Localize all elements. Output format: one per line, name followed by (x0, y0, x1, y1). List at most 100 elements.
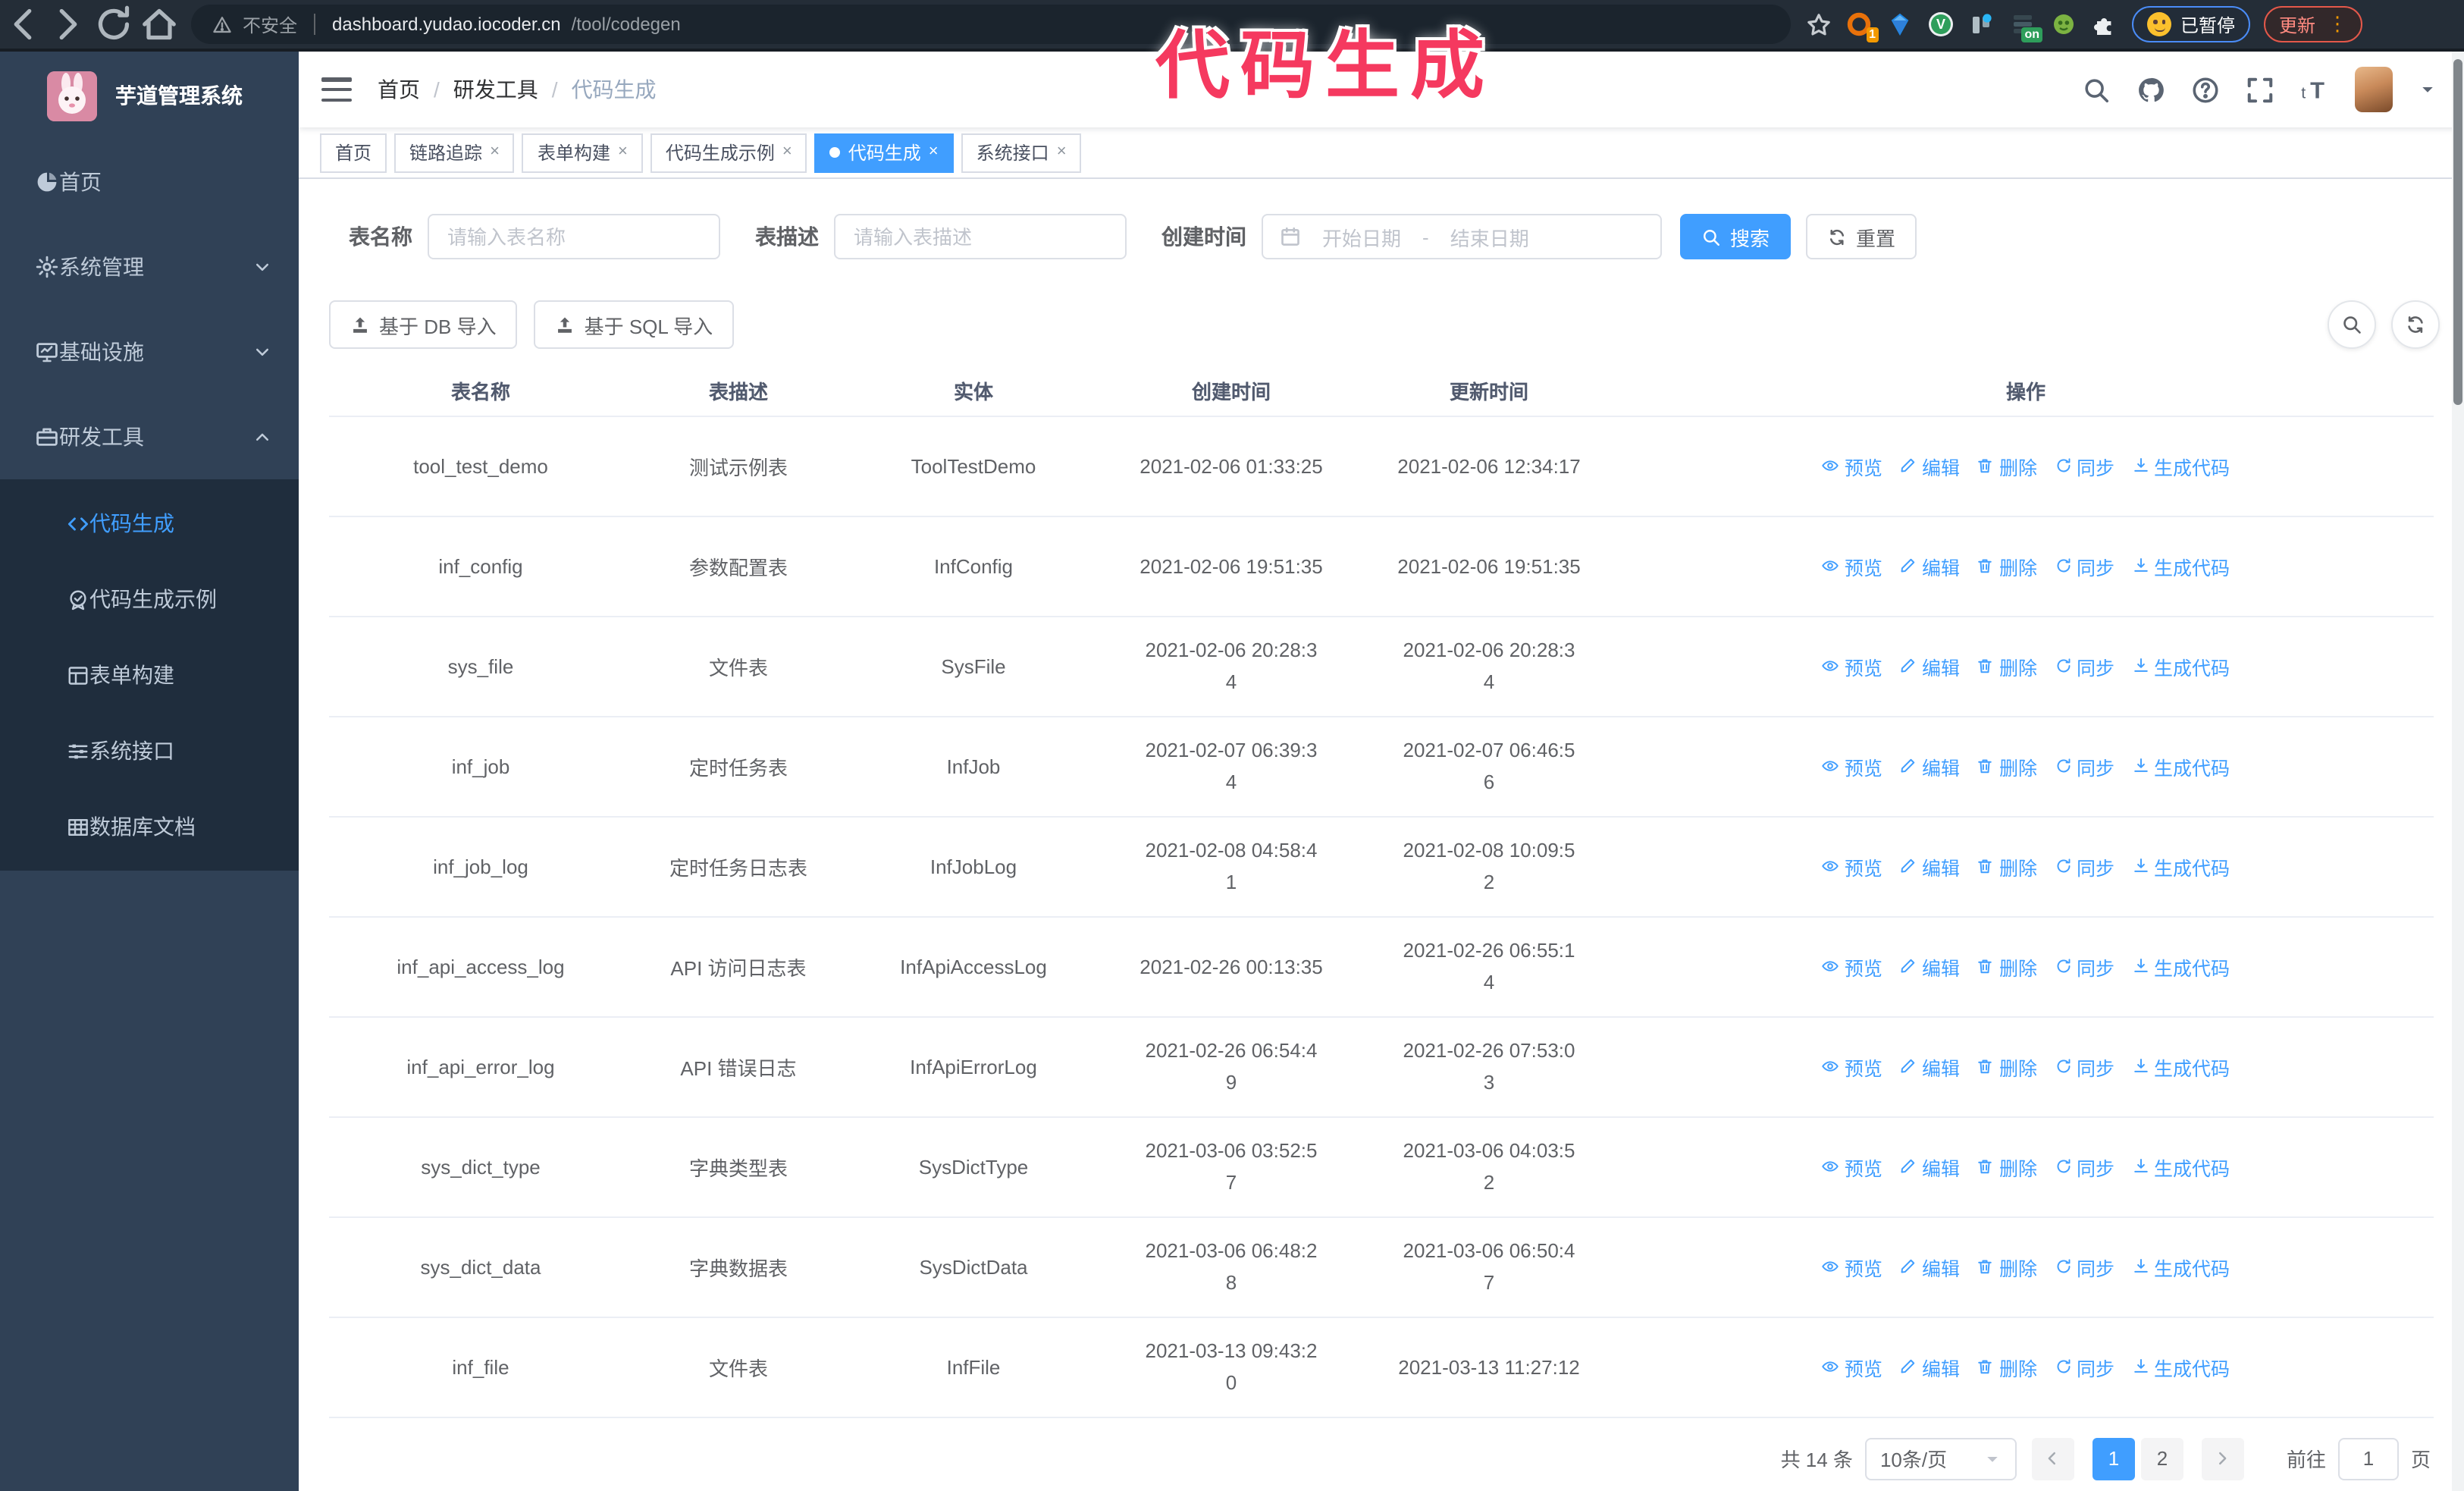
next-page-button[interactable] (2201, 1437, 2244, 1480)
table-name-input[interactable] (428, 214, 720, 259)
action-delete-link[interactable]: 删除 (1977, 752, 2037, 780)
user-avatar[interactable] (2355, 67, 2393, 112)
action-preview-link[interactable]: 预览 (1822, 752, 1882, 780)
action-delete-link[interactable]: 删除 (1977, 651, 2037, 680)
address-bar[interactable]: 不安全 dashboard.yudao.iocoder.cn/tool/code… (191, 5, 1791, 44)
action-delete-link[interactable]: 删除 (1977, 1252, 2037, 1281)
sidebar-item-首页[interactable]: 首页 (0, 140, 299, 224)
action-generate-link[interactable]: 生成代码 (2131, 752, 2230, 780)
table-desc-input[interactable] (834, 214, 1127, 259)
action-sync-link[interactable]: 同步 (2054, 1152, 2114, 1181)
alien-icon[interactable] (2050, 11, 2077, 38)
breadcrumb-item[interactable]: 首页 (378, 74, 420, 105)
action-generate-link[interactable]: 生成代码 (2131, 1052, 2230, 1081)
action-edit-link[interactable]: 编辑 (1899, 952, 1960, 981)
action-preview-link[interactable]: 预览 (1822, 451, 1882, 480)
sidebar-item-基础设施[interactable]: 基础设施 (0, 309, 299, 394)
import-db-button[interactable]: 基于 DB 导入 (329, 300, 518, 349)
action-sync-link[interactable]: 同步 (2054, 752, 2114, 780)
action-preview-link[interactable]: 预览 (1822, 1352, 1882, 1381)
search-button[interactable]: 搜索 (1680, 214, 1792, 259)
action-sync-link[interactable]: 同步 (2054, 651, 2114, 680)
sidebar-subitem-数据库文档[interactable]: 数据库文档 (0, 789, 299, 865)
sidebar-subitem-代码生成示例[interactable]: 代码生成示例 (0, 561, 299, 637)
action-delete-link[interactable]: 删除 (1977, 1052, 2037, 1081)
action-edit-link[interactable]: 编辑 (1899, 852, 1960, 880)
font-size-icon[interactable]: tT (2300, 75, 2329, 104)
reload-icon[interactable] (91, 3, 136, 46)
close-icon[interactable]: × (1057, 143, 1067, 161)
sidebar-subitem-表单构建[interactable]: 表单构建 (0, 637, 299, 713)
tab-链路追踪[interactable]: 链路追踪 × (394, 133, 515, 172)
action-edit-link[interactable]: 编辑 (1899, 551, 1960, 580)
help-icon[interactable] (2191, 75, 2220, 104)
action-preview-link[interactable]: 预览 (1822, 551, 1882, 580)
action-edit-link[interactable]: 编辑 (1899, 651, 1960, 680)
action-generate-link[interactable]: 生成代码 (2131, 1352, 2230, 1381)
reset-button[interactable]: 重置 (1806, 214, 1917, 259)
action-generate-link[interactable]: 生成代码 (2131, 451, 2230, 480)
action-sync-link[interactable]: 同步 (2054, 1352, 2114, 1381)
action-edit-link[interactable]: 编辑 (1899, 1252, 1960, 1281)
action-sync-link[interactable]: 同步 (2054, 952, 2114, 981)
page-button-2[interactable]: 2 (2140, 1437, 2183, 1480)
close-icon[interactable]: × (929, 143, 939, 161)
prev-page-button[interactable] (2031, 1437, 2074, 1480)
breadcrumb-item[interactable]: 研发工具 (453, 74, 538, 105)
back-icon[interactable] (0, 3, 45, 46)
action-edit-link[interactable]: 编辑 (1899, 1152, 1960, 1181)
action-delete-link[interactable]: 删除 (1977, 551, 2037, 580)
puzzle-icon[interactable] (2091, 11, 2118, 38)
action-sync-link[interactable]: 同步 (2054, 852, 2114, 880)
close-icon[interactable]: × (782, 143, 792, 161)
action-preview-link[interactable]: 预览 (1822, 1152, 1882, 1181)
bookmark-star-icon[interactable] (1806, 11, 1832, 37)
panel-icon[interactable]: on (2009, 11, 2042, 42)
columns-icon[interactable] (1968, 11, 1995, 38)
import-sql-button[interactable]: 基于 SQL 导入 (534, 300, 735, 349)
action-generate-link[interactable]: 生成代码 (2131, 551, 2230, 580)
profile-paused-badge[interactable]: 已暂停 (2132, 6, 2251, 42)
action-sync-link[interactable]: 同步 (2054, 1052, 2114, 1081)
page-scrollbar[interactable] (2452, 52, 2464, 1491)
forward-icon[interactable] (45, 3, 91, 46)
action-generate-link[interactable]: 生成代码 (2131, 852, 2230, 880)
tab-系统接口[interactable]: 系统接口 × (961, 133, 1082, 172)
home-icon[interactable] (136, 3, 182, 46)
search-icon[interactable] (2082, 75, 2111, 104)
action-preview-link[interactable]: 预览 (1822, 651, 1882, 680)
github-icon[interactable] (2136, 75, 2165, 104)
action-preview-link[interactable]: 预览 (1822, 1052, 1882, 1081)
action-delete-link[interactable]: 删除 (1977, 1352, 2037, 1381)
action-preview-link[interactable]: 预览 (1822, 852, 1882, 880)
sidebar-subitem-代码生成[interactable]: 代码生成 (0, 485, 299, 561)
fullscreen-icon[interactable] (2246, 75, 2274, 104)
goto-page-input[interactable] (2337, 1437, 2399, 1480)
tab-代码生成示例[interactable]: 代码生成示例 × (650, 133, 807, 172)
action-sync-link[interactable]: 同步 (2054, 1252, 2114, 1281)
tab-代码生成[interactable]: 代码生成 × (814, 133, 954, 172)
toggle-search-button[interactable] (2328, 300, 2376, 349)
sidebar-item-研发工具[interactable]: 研发工具 (0, 394, 299, 479)
sidebar-item-系统管理[interactable]: 系统管理 (0, 224, 299, 309)
page-size-select[interactable]: 10条/页 (1864, 1437, 2017, 1480)
refresh-table-button[interactable] (2391, 300, 2440, 349)
action-generate-link[interactable]: 生成代码 (2131, 651, 2230, 680)
action-sync-link[interactable]: 同步 (2054, 451, 2114, 480)
close-icon[interactable]: × (618, 143, 628, 161)
action-generate-link[interactable]: 生成代码 (2131, 952, 2230, 981)
page-button-1[interactable]: 1 (2092, 1437, 2135, 1480)
action-edit-link[interactable]: 编辑 (1899, 752, 1960, 780)
action-sync-link[interactable]: 同步 (2054, 551, 2114, 580)
action-delete-link[interactable]: 删除 (1977, 952, 2037, 981)
action-edit-link[interactable]: 编辑 (1899, 1052, 1960, 1081)
action-delete-link[interactable]: 删除 (1977, 852, 2037, 880)
action-delete-link[interactable]: 删除 (1977, 451, 2037, 480)
tab-首页[interactable]: 首页 (320, 133, 387, 172)
action-generate-link[interactable]: 生成代码 (2131, 1152, 2230, 1181)
action-edit-link[interactable]: 编辑 (1899, 451, 1960, 480)
action-delete-link[interactable]: 删除 (1977, 1152, 2037, 1181)
gem-icon[interactable] (1886, 11, 1914, 38)
action-generate-link[interactable]: 生成代码 (2131, 1252, 2230, 1281)
circle-v-icon[interactable]: V (1927, 11, 1955, 38)
